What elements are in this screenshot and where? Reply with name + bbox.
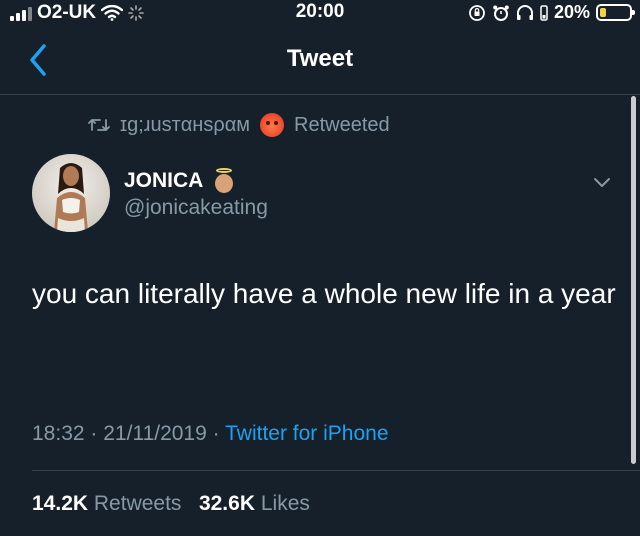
nav-divider [0, 94, 640, 95]
author-handle[interactable]: @jonicakeating [124, 196, 268, 220]
tweet-meta: 18:32 · 21/11/2019 · Twitter for iPhone [32, 422, 389, 446]
status-right: 20% [468, 2, 635, 23]
avatar[interactable] [32, 154, 110, 232]
retweet-icon [88, 119, 110, 131]
scrollbar[interactable] [631, 96, 636, 464]
battery-icon [596, 4, 635, 21]
chevron-down-icon [594, 178, 610, 187]
status-bar: O2-UK 20:00 20% [0, 0, 640, 24]
retweet-context[interactable]: ɪg;ɹuѕтαнѕραм Retweeted [88, 112, 390, 138]
author-name-text: JONICA [124, 169, 204, 192]
nav-bar: Tweet [0, 30, 640, 90]
retweets-count: 14.2K [32, 492, 89, 515]
headphones-icon [516, 4, 533, 20]
angel-emoji [211, 168, 237, 194]
tweet-stats: 14.2K Retweets 32.6K Likes [32, 492, 310, 516]
orientation-lock-icon [469, 4, 485, 21]
hot-face-emoji [260, 113, 285, 137]
meta-separator: · [90, 422, 98, 445]
battery-fill [600, 8, 606, 17]
page-title: Tweet [286, 45, 354, 72]
tweet-source-link[interactable]: Twitter for iPhone [225, 422, 388, 445]
likes-label: Likes [260, 492, 310, 515]
likes-stat[interactable]: 32.6K Likes [199, 492, 310, 515]
author-name[interactable]: JONICA [124, 168, 237, 194]
retweets-stat[interactable]: 14.2K Retweets [32, 492, 187, 515]
battery-mini-icon [540, 4, 548, 21]
retweets-label: Retweets [93, 492, 182, 515]
tweet-time: 18:32 [32, 422, 85, 445]
retweeter-name[interactable]: ɪg;ɹuѕтαнѕραм [120, 114, 250, 137]
meta-separator-2: · [212, 422, 220, 445]
tweet-date: 21/11/2019 [103, 422, 207, 445]
stats-divider [32, 470, 640, 471]
alarm-icon [493, 5, 509, 21]
retweeted-label: Retweeted [294, 113, 390, 136]
tweet-screen: O2-UK 20:00 20% Tweet ɪg;ɹuѕтαнѕραм Retw… [0, 0, 640, 536]
tweet-options-button[interactable] [590, 170, 614, 194]
battery-percent: 20% [553, 2, 590, 22]
likes-count: 32.6K [198, 492, 255, 515]
tweet-text: you can literally have a whole new life … [32, 278, 616, 309]
